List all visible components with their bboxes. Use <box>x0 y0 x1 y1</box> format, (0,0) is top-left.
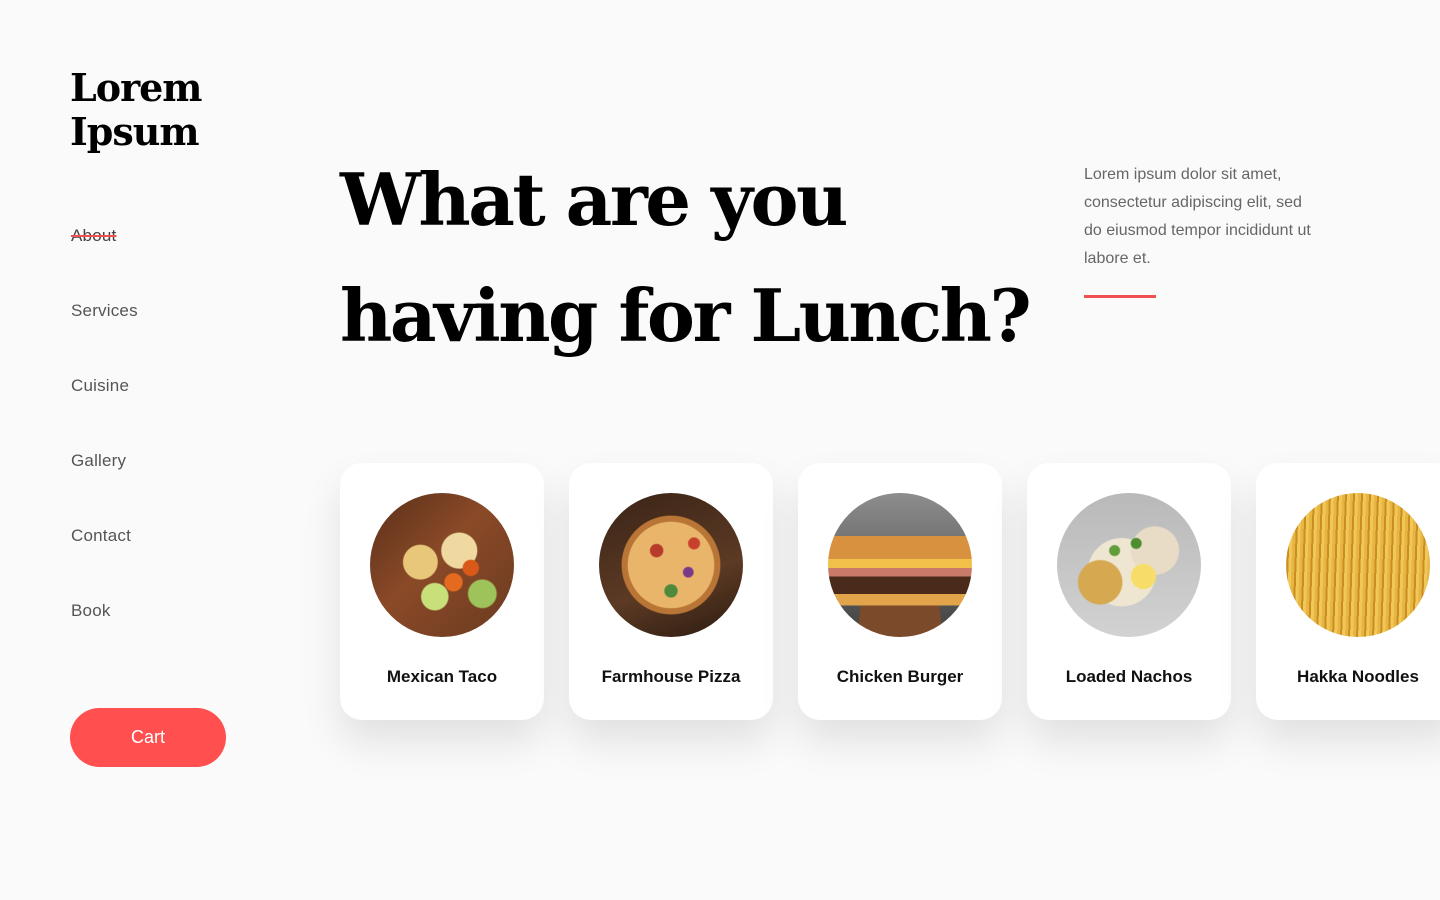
hero-title-line-2: having for Lunch? <box>340 273 1032 358</box>
dish-name: Chicken Burger <box>836 667 964 686</box>
nav-item-about: About <box>71 226 138 301</box>
dish-name: Hakka Noodles <box>1297 667 1419 686</box>
hero-title: What are you having for Lunch? <box>340 142 1032 374</box>
brand-logo[interactable]: Lorem Ipsum <box>70 65 202 154</box>
brand-line-2: Ipsum <box>70 109 200 154</box>
taco-photo <box>370 493 514 637</box>
nav-item-gallery: Gallery <box>71 451 138 526</box>
nav-item-contact: Contact <box>71 526 138 601</box>
dish-card-hakka-noodles[interactable]: Hakka Noodles <box>1256 463 1440 720</box>
nav-link-contact[interactable]: Contact <box>71 526 131 545</box>
nav-link-book[interactable]: Book <box>71 601 111 620</box>
dish-card-chicken-burger[interactable]: Chicken Burger <box>798 463 1002 720</box>
page: Lorem Ipsum About Services Cuisine Galle… <box>0 0 1440 900</box>
nachos-photo <box>1057 493 1201 637</box>
dish-card-farmhouse-pizza[interactable]: Farmhouse Pizza <box>569 463 773 720</box>
nav-link-about[interactable]: About <box>71 226 116 245</box>
dish-card-mexican-taco[interactable]: Mexican Taco <box>340 463 544 720</box>
hero-description: Lorem ipsum dolor sit amet, consectetur … <box>1084 166 1311 267</box>
nav-item-services: Services <box>71 301 138 376</box>
nav-link-gallery[interactable]: Gallery <box>71 451 126 470</box>
nav-item-book: Book <box>71 601 138 676</box>
nav-link-cuisine[interactable]: Cuisine <box>71 376 129 395</box>
noodles-photo <box>1286 493 1430 637</box>
hero-title-line-1: What are you <box>340 157 848 242</box>
pizza-photo <box>599 493 743 637</box>
nav-link-services[interactable]: Services <box>71 301 138 320</box>
dish-name: Mexican Taco <box>386 667 498 686</box>
cart-button[interactable]: Cart <box>70 708 226 767</box>
burger-photo <box>828 493 972 637</box>
dish-name: Loaded Nachos <box>1065 667 1193 686</box>
sidebar-nav: About Services Cuisine Gallery Contact B… <box>71 226 138 676</box>
nav-item-cuisine: Cuisine <box>71 376 138 451</box>
brand-line-1: Lorem <box>70 65 202 110</box>
accent-divider <box>1084 295 1156 298</box>
dish-card-loaded-nachos[interactable]: Loaded Nachos <box>1027 463 1231 720</box>
dish-name: Farmhouse Pizza <box>601 667 741 686</box>
